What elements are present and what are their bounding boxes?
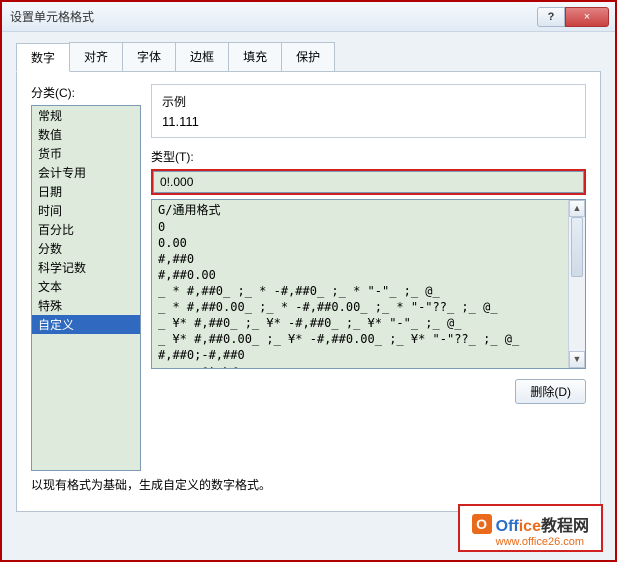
cat-item-accounting[interactable]: 会计专用: [32, 163, 140, 182]
type-label: 类型(T):: [151, 148, 586, 165]
cat-item-scientific[interactable]: 科学记数: [32, 258, 140, 277]
example-value: 11.111: [162, 114, 575, 129]
tabs: 数字 对齐 字体 边框 填充 保护: [16, 42, 601, 72]
left-panel: 分类(C): 常规 数值 货币 会计专用 日期 时间 百分比 分数 科学记数 文…: [31, 84, 141, 471]
type-list[interactable]: G/通用格式 0 0.00 #,##0 #,##0.00 _ * #,##0_ …: [151, 199, 586, 369]
tab-alignment[interactable]: 对齐: [69, 42, 123, 71]
type-list-item[interactable]: _ * #,##0.00_ ;_ * -#,##0.00_ ;_ * "-"??…: [152, 299, 568, 315]
cat-item-text[interactable]: 文本: [32, 277, 140, 296]
type-list-item[interactable]: _ * #,##0_ ;_ * -#,##0_ ;_ * "-"_ ;_ @_: [152, 283, 568, 299]
dialog-content: 数字 对齐 字体 边框 填充 保护 分类(C): 常规 数值 货币 会计专用 日…: [2, 32, 615, 522]
footer-text: 以现有格式为基础，生成自定义的数字格式。: [31, 476, 271, 493]
type-list-item[interactable]: _ ¥* #,##0_ ;_ ¥* -#,##0_ ;_ ¥* "-"_ ;_ …: [152, 315, 568, 331]
help-button[interactable]: ?: [537, 7, 565, 27]
example-box: 示例 11.111: [151, 84, 586, 138]
watermark-url: www.office26.com: [496, 536, 584, 548]
cat-item-currency[interactable]: 货币: [32, 144, 140, 163]
type-list-item[interactable]: G/通用格式: [152, 200, 568, 219]
cat-item-number[interactable]: 数值: [32, 125, 140, 144]
cat-item-custom[interactable]: 自定义: [32, 315, 140, 334]
category-list[interactable]: 常规 数值 货币 会计专用 日期 时间 百分比 分数 科学记数 文本 特殊 自定…: [31, 105, 141, 471]
tab-body: 分类(C): 常规 数值 货币 会计专用 日期 时间 百分比 分数 科学记数 文…: [16, 72, 601, 512]
cat-item-percentage[interactable]: 百分比: [32, 220, 140, 239]
type-list-item[interactable]: #,##0;[红色]-#,##0: [152, 363, 568, 369]
cat-item-special[interactable]: 特殊: [32, 296, 140, 315]
cat-item-fraction[interactable]: 分数: [32, 239, 140, 258]
type-list-item[interactable]: 0: [152, 219, 568, 235]
scroll-thumb[interactable]: [571, 217, 583, 277]
watermark: O Office教程网 www.office26.com: [458, 504, 603, 552]
delete-button[interactable]: 删除(D): [515, 379, 586, 404]
cat-item-time[interactable]: 时间: [32, 201, 140, 220]
scrollbar[interactable]: ▲ ▼: [568, 200, 585, 368]
type-input-highlight: [151, 169, 586, 195]
tab-number[interactable]: 数字: [16, 43, 70, 72]
cat-item-general[interactable]: 常规: [32, 106, 140, 125]
tab-font[interactable]: 字体: [122, 42, 176, 71]
type-list-item[interactable]: #,##0;-#,##0: [152, 347, 568, 363]
tab-border[interactable]: 边框: [175, 42, 229, 71]
watermark-logo-icon: O: [472, 514, 492, 534]
right-panel: 示例 11.111 类型(T): G/通用格式 0 0.00 #,##0 #,#…: [151, 84, 586, 471]
cat-item-date[interactable]: 日期: [32, 182, 140, 201]
type-input[interactable]: [153, 171, 584, 193]
tab-protection[interactable]: 保护: [281, 42, 335, 71]
type-list-item[interactable]: 0.00: [152, 235, 568, 251]
watermark-brand: Office教程网: [496, 512, 589, 536]
scroll-down-icon[interactable]: ▼: [569, 351, 585, 368]
scroll-up-icon[interactable]: ▲: [569, 200, 585, 217]
dialog-window: 设置单元格格式 ? × 数字 对齐 字体 边框 填充 保护 分类(C): 常规 …: [2, 2, 615, 560]
type-list-item[interactable]: _ ¥* #,##0.00_ ;_ ¥* -#,##0.00_ ;_ ¥* "-…: [152, 331, 568, 347]
category-label: 分类(C):: [31, 84, 141, 101]
type-list-item[interactable]: #,##0.00: [152, 267, 568, 283]
example-label: 示例: [162, 93, 575, 110]
tab-fill[interactable]: 填充: [228, 42, 282, 71]
close-button[interactable]: ×: [565, 7, 609, 27]
window-title: 设置单元格格式: [8, 8, 537, 25]
type-list-item[interactable]: #,##0: [152, 251, 568, 267]
titlebar: 设置单元格格式 ? ×: [2, 2, 615, 32]
